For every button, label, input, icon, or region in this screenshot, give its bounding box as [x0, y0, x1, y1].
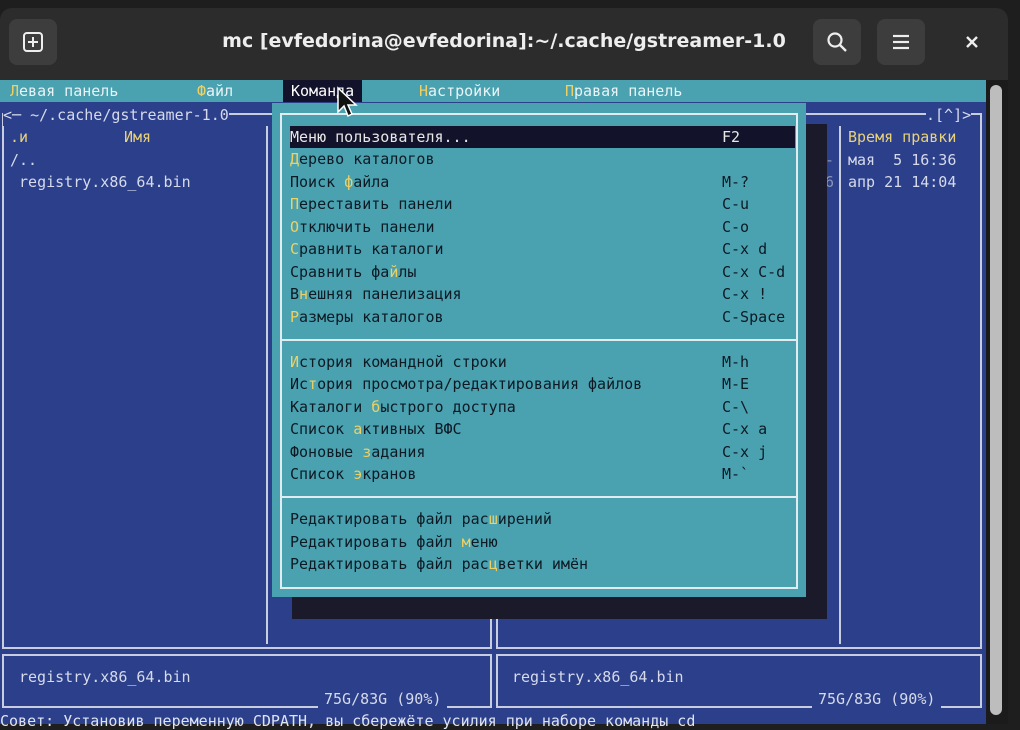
left-row-file[interactable]: registry.x86_64.bin [10, 171, 191, 193]
menu-item-command-history[interactable]: История командной строки M-h [290, 351, 795, 373]
menu-item-directory-tree[interactable]: Дерево каталогов [290, 148, 795, 170]
menu-shadow-right [806, 124, 827, 619]
hint-status-line: Совет: Установив переменную CDPATH, вы с… [0, 712, 696, 730]
menu-shadow-bottom [292, 597, 827, 619]
close-icon [966, 36, 978, 48]
left-col-divider [266, 126, 268, 644]
menu-item-edit-extension-file[interactable]: Редактировать файл расширений [290, 508, 795, 530]
menu-item-view-edit-history[interactable]: История просмотра/редактирования файлов M… [290, 373, 795, 395]
close-button[interactable] [948, 19, 996, 65]
menu-separator-2 [280, 496, 798, 498]
menu-right-panel[interactable]: Правая панель [565, 80, 682, 102]
menu-item-find-file[interactable]: Поиск файла M-? [290, 171, 795, 193]
right-row1-time[interactable]: мая 5 16:36 [848, 149, 956, 171]
main-menu-button[interactable] [877, 19, 925, 65]
right-row2-time[interactable]: апр 21 14:04 [848, 171, 956, 193]
menu-item-hotlist[interactable]: Каталоги быстрого доступа C-\ [290, 396, 795, 418]
left-disk-usage: 75G/83G (90%) [318, 688, 448, 710]
left-col-n-header[interactable]: .и [10, 126, 28, 148]
hamburger-icon [893, 34, 909, 50]
left-panel-path[interactable]: <─ ~/.cache/gstreamer-1.0 [3, 104, 229, 126]
menu-item-dir-sizes[interactable]: Размеры каталогов C-Space [290, 306, 795, 328]
menu-item-edit-menu-file[interactable]: Редактировать файл меню [290, 531, 795, 553]
right-mini-status: registry.x86_64.bin [512, 668, 684, 686]
search-icon [827, 32, 847, 52]
menu-settings[interactable]: Настройки [419, 80, 500, 102]
menu-item-swap-panels[interactable]: Переставить панели C-u [290, 193, 795, 215]
menu-item-compare-files[interactable]: Сравнить файлы C-x C-d [290, 261, 795, 283]
right-disk-usage: 75G/83G (90%) [812, 688, 942, 710]
menu-file[interactable]: Файл [197, 80, 233, 102]
command-dropdown-menu: Меню пользователя... F2 Дерево каталогов … [272, 103, 806, 597]
menu-left-panel[interactable]: Левая панель [10, 80, 118, 102]
mouse-cursor-icon [337, 86, 358, 118]
right-panel-corner[interactable]: .[^]> [926, 104, 972, 126]
menu-item-compare-dirs[interactable]: Сравнить каталоги C-x d [290, 238, 795, 260]
search-button[interactable] [813, 19, 861, 65]
mc-menubar: Левая панель Файл Команда Настройки Прав… [0, 80, 986, 102]
menu-item-screen-list[interactable]: Список экранов M-` [290, 463, 795, 485]
left-col-name-header[interactable]: Имя [124, 126, 151, 148]
menu-item-user-menu[interactable]: Меню пользователя... F2 [290, 126, 795, 148]
scrollbar-thumb[interactable] [990, 85, 1002, 715]
menu-separator-1 [280, 339, 798, 341]
left-row-parent[interactable]: /.. [10, 149, 37, 171]
window-titlebar: mc [evfedorina@evfedorina]:~/.cache/gstr… [0, 8, 1008, 80]
menu-item-external-panelize[interactable]: Внешняя панелизация C-x ! [290, 283, 795, 305]
menu-item-edit-highlighting-file[interactable]: Редактировать файл расцветки имён [290, 553, 795, 575]
left-mini-status: registry.x86_64.bin [19, 668, 191, 686]
terminal-scrollbar[interactable] [986, 80, 1008, 724]
menu-item-panels-off[interactable]: Отключить панели C-o [290, 216, 795, 238]
right-col-time-header[interactable]: Время правки [848, 126, 956, 148]
menu-item-background-jobs[interactable]: Фоновые задания C-x j [290, 441, 795, 463]
right-col-divider [839, 126, 841, 644]
menu-item-active-vfs[interactable]: Список активных ВФС C-x a [290, 418, 795, 440]
